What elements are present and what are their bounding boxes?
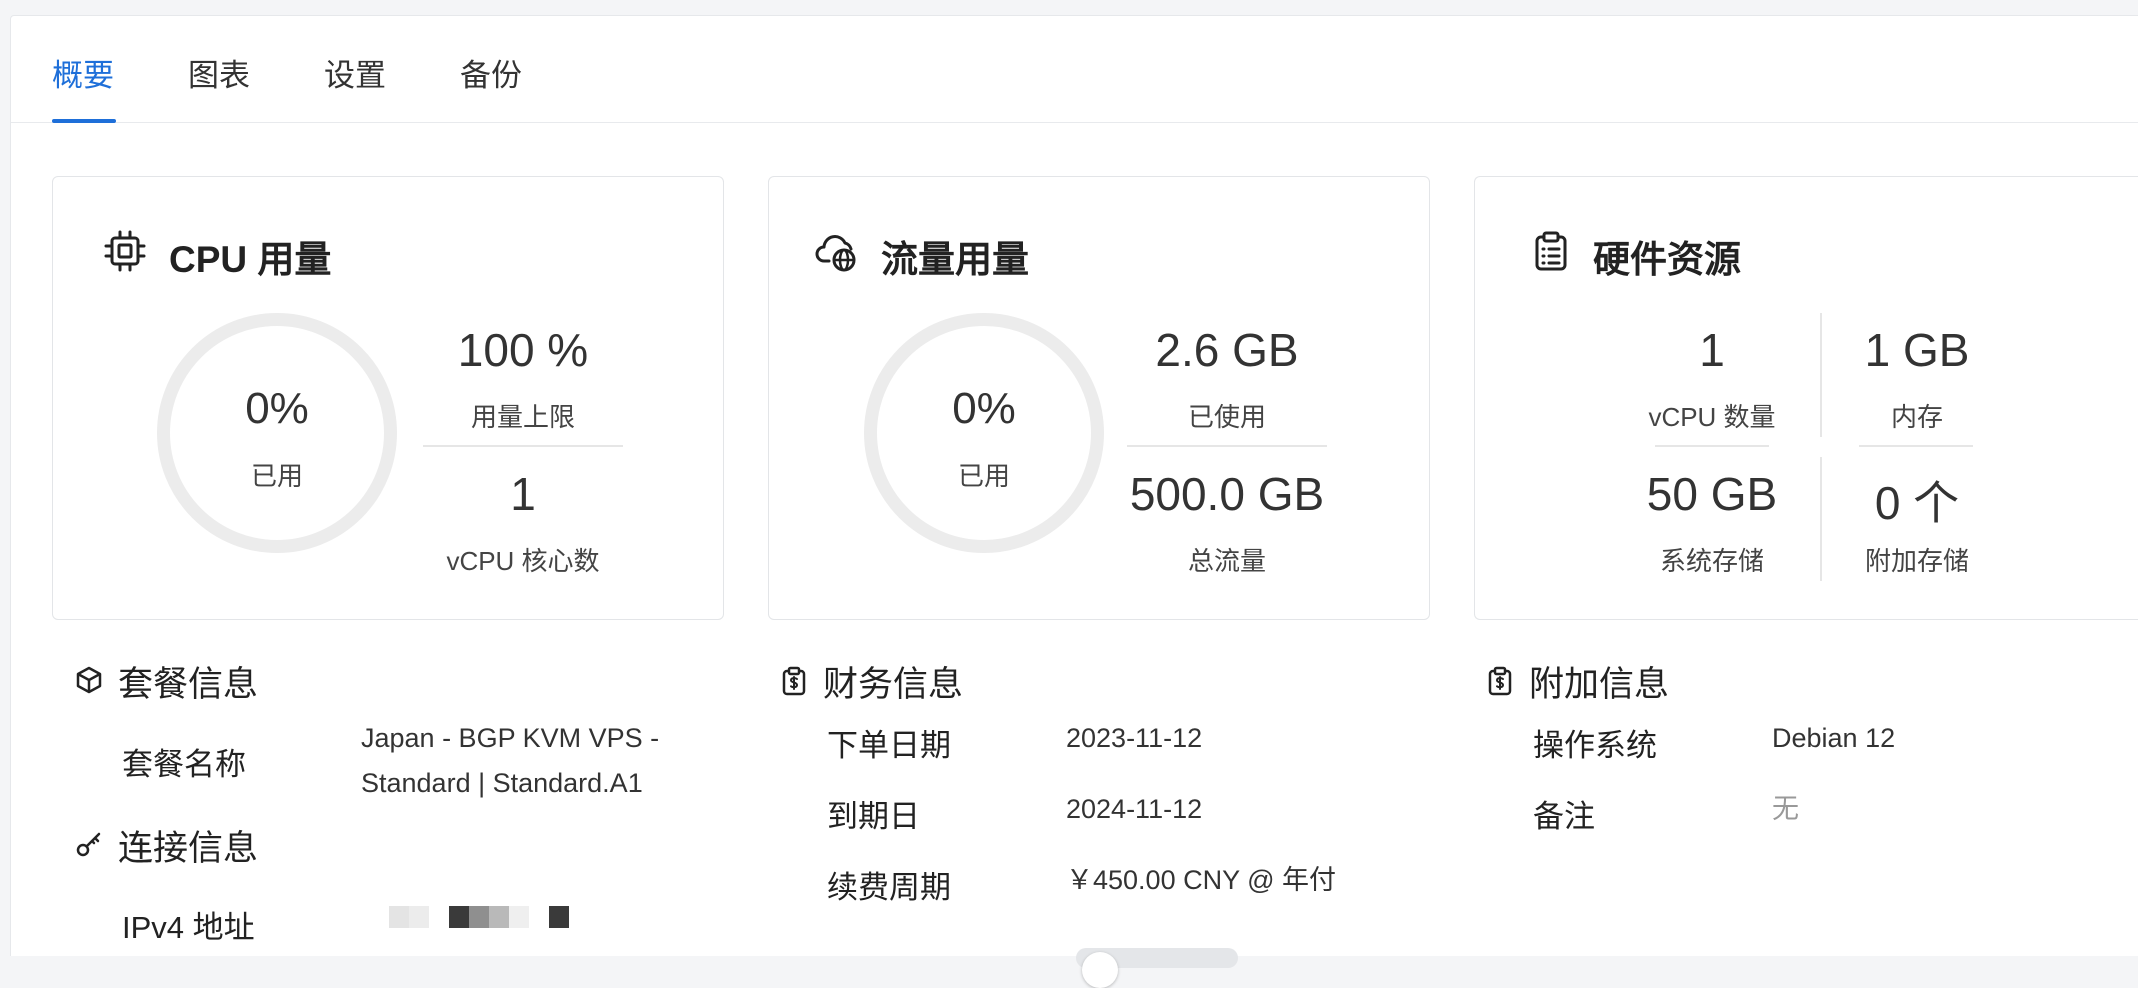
clipboard-list-icon — [1535, 231, 1567, 271]
system-storage-label: 系统存储 — [1659, 546, 1764, 576]
cpu-cores-value: 1 — [510, 468, 536, 520]
traffic-used-value: 2.6 GB — [1155, 324, 1299, 376]
divider — [423, 445, 623, 447]
traffic-total-label: 总流量 — [1187, 546, 1266, 576]
main-panel: 概要 图表 设置 备份 CPU 用量 0% 已用 100 % 用量上限 1 vC… — [10, 15, 2138, 988]
os-value: Debian 12 — [1772, 723, 1896, 753]
finance-info-title: 财务信息 — [823, 665, 964, 704]
traffic-used-percent: 0% — [952, 384, 1016, 433]
divider — [1127, 445, 1327, 447]
expire-date-value: 2024-11-12 — [1066, 794, 1203, 824]
divider — [1820, 313, 1822, 437]
active-tab-indicator — [52, 119, 116, 123]
cpu-limit-value: 100 % — [457, 324, 589, 376]
vcpu-count-value: 1 — [1699, 324, 1725, 376]
traffic-used-value-label: 已使用 — [1187, 402, 1266, 432]
traffic-usage-ring: 0% 已用 — [864, 313, 1104, 553]
tab-bar: 概要 图表 设置 备份 — [11, 16, 2138, 123]
tab-settings[interactable]: 设置 — [324, 50, 386, 95]
extra-storage-value: 0 个 — [1874, 477, 1960, 529]
hardware-resources-card: 硬件资源 1 vCPU 数量 50 GB 系统存储 1 GB 内存 0 个 附加… — [1474, 176, 2138, 620]
clipboard-dollar-icon — [782, 666, 806, 696]
cpu-limit-label: 用量上限 — [470, 402, 575, 432]
plan-info-title: 套餐信息 — [118, 665, 259, 704]
auto-renew-toggle[interactable] — [1076, 948, 1238, 988]
cpu-card-title: CPU 用量 — [169, 239, 332, 280]
toggle-knob — [1082, 952, 1118, 988]
renew-period-value: ￥450.00 CNY @ 年付 — [1066, 865, 1337, 895]
ipv4-key: IPv4 地址 — [122, 910, 255, 945]
note-key: 备注 — [1533, 799, 1595, 834]
cpu-used-percent: 0% — [245, 384, 309, 433]
package-icon — [76, 666, 102, 694]
key-icon — [76, 832, 101, 857]
traffic-usage-card: 流量用量 0% 已用 2.6 GB 已使用 500.0 GB 总流量 — [768, 176, 1430, 620]
divider — [1820, 457, 1822, 581]
cloud-globe-icon — [815, 235, 856, 272]
cpu-chip-icon — [104, 230, 146, 272]
plan-name-line1: Japan - BGP KVM VPS - — [361, 723, 660, 753]
divider — [1859, 445, 1973, 447]
traffic-used-label: 已用 — [957, 461, 1010, 491]
order-date-value: 2023-11-12 — [1066, 723, 1203, 753]
clipboard-dollar-icon — [1488, 666, 1512, 696]
extra-info-title: 附加信息 — [1529, 665, 1670, 704]
plan-name-line2: Standard | Standard.A1 — [361, 768, 643, 798]
order-date-key: 下单日期 — [827, 728, 951, 763]
renew-period-key: 续费周期 — [827, 870, 951, 905]
vcpu-count-label: vCPU 数量 — [1648, 402, 1776, 432]
cpu-used-label: 已用 — [250, 461, 303, 491]
tab-charts[interactable]: 图表 — [188, 50, 250, 95]
os-key: 操作系统 — [1533, 728, 1657, 763]
memory-value: 1 GB — [1864, 324, 1970, 376]
ipv4-value-redacted[interactable] — [389, 906, 569, 928]
cpu-usage-card: CPU 用量 0% 已用 100 % 用量上限 1 vCPU 核心数 — [52, 176, 724, 620]
tab-backup[interactable]: 备份 — [460, 50, 522, 95]
plan-name-key: 套餐名称 — [122, 747, 246, 782]
traffic-card-title: 流量用量 — [881, 239, 1029, 280]
cpu-cores-label: vCPU 核心数 — [446, 546, 600, 576]
memory-label: 内存 — [1890, 402, 1943, 432]
divider — [1655, 445, 1769, 447]
system-storage-value: 50 GB — [1646, 468, 1778, 520]
tab-overview[interactable]: 概要 — [52, 50, 114, 95]
hardware-card-title: 硬件资源 — [1593, 239, 1741, 280]
note-value: 无 — [1772, 794, 1799, 824]
connection-info-title: 连接信息 — [118, 829, 259, 868]
traffic-total-value: 500.0 GB — [1129, 468, 1325, 520]
expire-date-key: 到期日 — [827, 799, 920, 834]
cpu-usage-ring: 0% 已用 — [157, 313, 397, 553]
extra-storage-label: 附加存储 — [1864, 546, 1969, 576]
